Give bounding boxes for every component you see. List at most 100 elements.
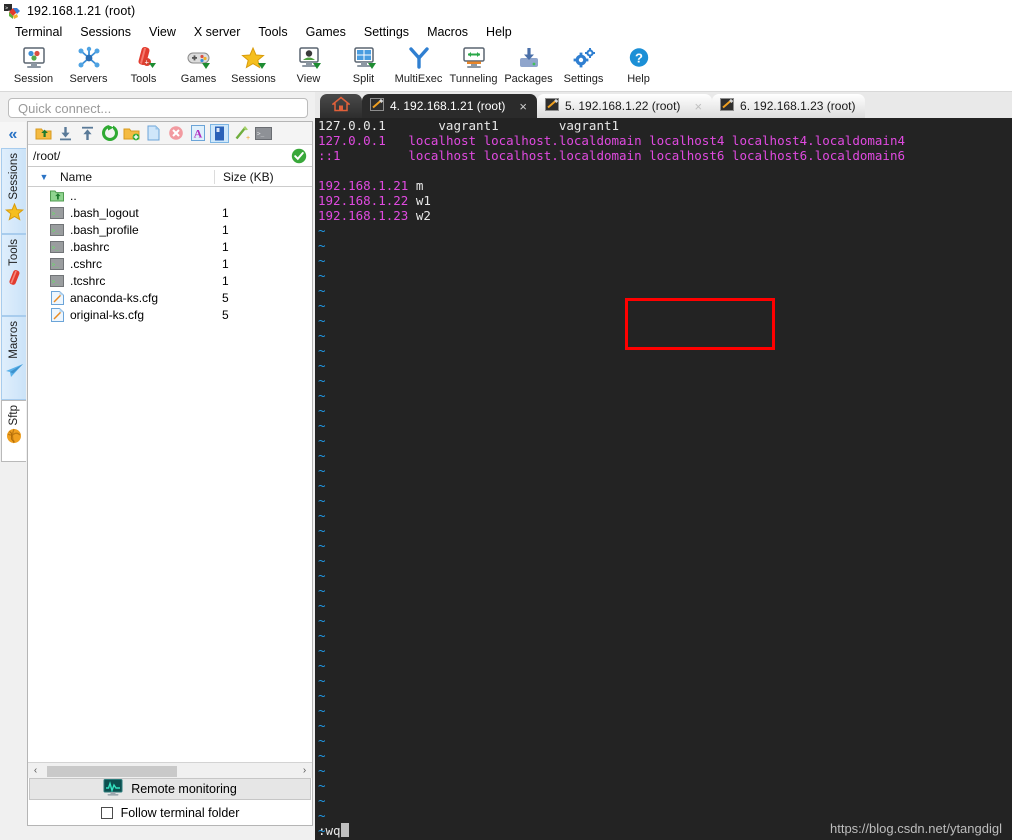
terminal-empty-line-marker: ~ [318,658,326,673]
terminal-empty-line-marker: ~ [318,238,326,253]
upload-icon[interactable] [78,124,97,143]
terminal-screen[interactable]: 127.0.0.1 vagrant1 vagrant1 127.0.0.1 loc… [315,118,1012,840]
tab-192-168-1-23[interactable]: 6. 192.168.1.23 (root) [712,94,866,118]
menu-help[interactable]: Help [477,23,521,41]
terminal-line: 192.168.1.23 w2 [318,208,431,223]
scrollbar-thumb[interactable] [47,765,177,777]
tab-192-168-1-22[interactable]: 5. 192.168.1.22 (root) × [537,94,713,118]
new-file-icon[interactable] [144,124,163,143]
toolbar-button-multiexec[interactable]: MultiExec [391,42,446,90]
close-icon[interactable]: × [694,100,702,113]
list-item[interactable]: >_ .bashrc 1 [28,238,312,255]
terminal-tab-bar: 4. 192.168.1.21 (root) × 5. 192.168.1.22… [315,92,1012,118]
check-circle-icon [291,148,307,167]
text-file-icon [28,290,70,305]
permissions-icon[interactable]: + [232,124,251,143]
list-item[interactable]: >_ .bash_logout 1 [28,204,312,221]
terminal-empty-line-marker: ~ [318,418,326,433]
menu-view[interactable]: View [140,23,185,41]
new-folder-icon[interactable] [122,124,141,143]
column-header-size[interactable]: Size (KB) [214,169,290,184]
sessions-star-icon [239,45,269,72]
svg-text:>_: >_ [52,227,60,234]
toolbar-button-tools[interactable]: + Tools [116,42,171,90]
menu-sessions[interactable]: Sessions [71,23,140,41]
script-file-icon: >_ [28,240,70,253]
terminal-empty-line-marker: ~ [318,703,326,718]
left-panel: Quick connect... « Sessions Tools Macros… [0,92,315,840]
terminal-icon[interactable]: >_ [254,124,273,143]
terminal-buffer: 127.0.0.1 vagrant1 vagrant1 127.0.0.1 loc… [315,118,1012,838]
menu-x-server[interactable]: X server [185,23,250,41]
file-name: .bashrc [70,239,110,254]
horizontal-scrollbar[interactable]: ‹ › [28,762,312,778]
parent-folder-icon[interactable] [34,124,53,143]
text-mode-icon[interactable]: A [188,124,207,143]
menu-terminal[interactable]: Terminal [6,23,71,41]
terminal-empty-line-marker: ~ [318,313,326,328]
toolbar-button-sessions[interactable]: Sessions [226,42,281,90]
toolbar-label-multiexec: MultiExec [394,73,443,85]
file-name: .tcshrc [70,273,106,288]
toolbar-label-session: Session [13,73,54,85]
binary-mode-icon[interactable] [210,123,229,143]
close-icon[interactable]: × [519,100,527,113]
remote-monitoring-button[interactable]: Remote monitoring [29,778,311,800]
toolbar-label-tools: Tools [130,73,157,85]
scroll-left-button[interactable]: ‹ [28,765,43,776]
toolbar-button-packages[interactable]: Packages [501,42,556,90]
sidebar-item-tools[interactable]: Tools [1,234,26,316]
toolbar-button-view[interactable]: View [281,42,336,90]
settings-gear-icon [569,45,599,72]
tab-192-168-1-21[interactable]: 4. 192.168.1.21 (root) × [362,94,538,118]
home-tab[interactable] [320,94,362,118]
terminal-empty-line-marker: ~ [318,298,326,313]
menu-tools[interactable]: Tools [249,23,296,41]
terminal-empty-line-marker: ~ [318,523,326,538]
terminal-empty-line-marker: ~ [318,763,326,778]
delete-icon[interactable] [166,124,185,143]
quick-connect-input[interactable]: Quick connect... [8,98,308,118]
list-item[interactable]: original-ks.cfg 5 [28,306,312,323]
quick-connect-placeholder: Quick connect... [18,100,112,116]
scroll-right-button[interactable]: › [297,765,312,776]
terminal-line: 127.0.0.1 localhost localhost.localdomai… [318,133,906,148]
menu-settings[interactable]: Settings [355,23,418,41]
sidebar-item-sftp[interactable]: Sftp [1,400,26,462]
script-file-icon: >_ [28,257,70,270]
list-item[interactable]: .. [28,187,312,204]
column-header-name[interactable]: Name [60,170,214,184]
sidebar-item-macros[interactable]: Macros [1,316,26,400]
toolbar-button-split[interactable]: Split [336,42,391,90]
list-item[interactable]: >_ .cshrc 1 [28,255,312,272]
follow-terminal-folder-row: Follow terminal folder [28,801,312,825]
mobaxterm-window: >_ 192.168.1.21 (root) Terminal Sessions… [0,0,1012,840]
packages-icon [514,45,544,72]
list-item[interactable]: >_ .tcshrc 1 [28,272,312,289]
toolbar-button-help[interactable]: ? Help [611,42,666,90]
toolbar-button-servers[interactable]: Servers [61,42,116,90]
watermark: https://blog.csdn.net/ytangdigl [829,821,1002,836]
sort-indicator-icon[interactable]: ▼ [28,172,60,182]
follow-terminal-folder-checkbox[interactable] [100,807,113,819]
download-icon[interactable] [56,124,75,143]
menu-games[interactable]: Games [297,23,355,41]
sidebar-collapse-button[interactable]: « [2,122,24,148]
list-item[interactable]: >_ .bash_profile 1 [28,221,312,238]
terminal-empty-line-marker: ~ [318,478,326,493]
toolbar-button-tunneling[interactable]: Tunneling [446,42,501,90]
sftp-path-bar[interactable]: /root/ [28,145,312,167]
scrollbar-track[interactable] [43,764,297,778]
sftp-toolbar: A + >_ [28,122,312,145]
sidebar-item-sessions[interactable]: Sessions [1,148,26,234]
file-name: .cshrc [70,256,103,271]
menu-macros[interactable]: Macros [418,23,477,41]
terminal-plug-icon [545,98,560,114]
list-item[interactable]: anaconda-ks.cfg 5 [28,289,312,306]
toolbar-button-settings[interactable]: Settings [556,42,611,90]
terminal-empty-line-marker: ~ [318,598,326,613]
toolbar-button-session[interactable]: Session [6,42,61,90]
svg-text:>_: >_ [52,244,60,251]
toolbar-button-games[interactable]: Games [171,42,226,90]
refresh-icon[interactable] [100,124,119,143]
